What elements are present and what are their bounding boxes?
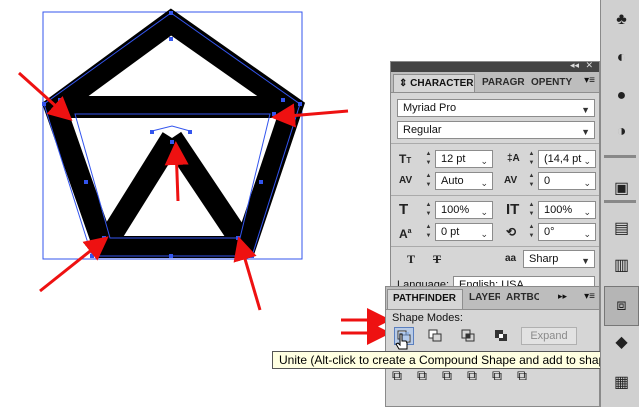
antialias-icon: aa xyxy=(505,253,517,264)
expand-panel-icon[interactable]: ▸▸ xyxy=(558,291,567,302)
club-icon[interactable]: ♣ xyxy=(604,0,639,40)
tab-opentype[interactable]: OPENTY xyxy=(526,74,581,92)
font-style-dropdown[interactable]: Regular ▼ xyxy=(397,121,595,139)
updown-icon: ⇕ xyxy=(399,78,408,89)
baseline-shift-icon: Aa xyxy=(399,227,412,241)
gradient-icon[interactable]: ◑ xyxy=(604,112,639,152)
layers-icon[interactable]: ◆ xyxy=(604,322,639,362)
chevron-down-icon: ⌄ xyxy=(480,178,488,188)
panel-menu-icon[interactable]: ▾≡ xyxy=(584,75,595,86)
antialiasing-dropdown[interactable]: Sharp ▼ xyxy=(523,250,595,268)
vertical-scale-field[interactable]: 100% ⌄ xyxy=(538,201,596,219)
strikethrough-icon[interactable]: T xyxy=(433,250,441,268)
stack-icon[interactable]: ▦ xyxy=(604,362,639,402)
rotation-field[interactable]: 0° ⌄ xyxy=(538,223,596,241)
character-panel: ◂◂ ✕ ⇕ CHARACTER PARAGR OPENTY ▾≡ Myriad… xyxy=(390,60,600,294)
divider xyxy=(391,246,599,247)
intersect-icon xyxy=(461,329,475,342)
shape-modes-label: Shape Modes: xyxy=(392,312,463,324)
chevron-down-icon: ⌄ xyxy=(583,229,591,239)
kerning-icon: AV xyxy=(399,175,413,186)
divider xyxy=(391,195,599,196)
chevron-down-icon: ⌄ xyxy=(480,207,488,217)
chevron-down-icon: ⌄ xyxy=(480,229,488,239)
chevron-down-icon: ⌄ xyxy=(583,207,591,217)
align-icon[interactable]: ▥ xyxy=(604,245,639,285)
outline-icon[interactable]: ⧉ xyxy=(492,367,502,384)
tracking-icon: AV xyxy=(504,175,518,186)
rotation-icon: ⟲ xyxy=(506,225,517,239)
tab-pathfinder[interactable]: PATHFINDER xyxy=(387,289,463,309)
horizontal-scale-stepper[interactable]: ▲ ▼ xyxy=(424,201,433,219)
character-tab-bar: ⇕ CHARACTER PARAGR OPENTY ▾≡ xyxy=(391,72,599,93)
table-icon[interactable]: ▤ xyxy=(604,208,639,248)
vertical-scale-icon: IT xyxy=(506,201,520,218)
divide-icon[interactable]: ⧉ xyxy=(392,367,402,384)
tab-character[interactable]: ⇕ CHARACTER xyxy=(393,74,475,92)
collapse-icon[interactable]: ◂◂ xyxy=(570,60,579,71)
all-caps-icon[interactable]: T xyxy=(407,250,415,268)
minus-front-button[interactable] xyxy=(426,327,446,345)
intersect-button[interactable] xyxy=(459,327,479,345)
baseline-shift-field[interactable]: 0 pt ⌄ xyxy=(435,223,493,241)
pentagon-artwork[interactable] xyxy=(41,8,306,258)
merge-icon[interactable]: ⧉ xyxy=(442,367,452,384)
pathfinder-tab-bar: PATHFINDER LAYER ARTBO ▸▸ ▾≡ xyxy=(386,287,599,310)
unite-tooltip: Unite (Alt-click to create a Compound Sh… xyxy=(272,351,639,369)
divider xyxy=(391,143,599,144)
pathfinders-row: ⧉ ⧉ ⧉ ⧉ ⧉ ⧉ xyxy=(392,367,527,384)
chevron-down-icon: ▼ xyxy=(581,127,590,137)
exclude-button[interactable] xyxy=(492,327,512,345)
pathfinder-panel: PATHFINDER LAYER ARTBO ▸▸ ▾≡ Shape Modes… xyxy=(385,286,600,407)
rotation-stepper[interactable]: ▲ ▼ xyxy=(527,223,536,241)
font-size-icon: TT xyxy=(399,152,412,166)
leading-field[interactable]: (14,4 pt ⌄ xyxy=(538,150,596,168)
tracking-stepper[interactable]: ▲ ▼ xyxy=(527,172,536,190)
horizontal-scale-field[interactable]: 100% ⌄ xyxy=(435,201,493,219)
minus-front-icon xyxy=(428,329,442,342)
tab-paragraph[interactable]: PARAGR xyxy=(477,74,525,92)
chevron-down-icon: ▼ xyxy=(581,105,590,115)
dock-divider xyxy=(604,200,636,203)
panel-menu-icon[interactable]: ▾≡ xyxy=(584,291,595,302)
hand-cursor-icon xyxy=(395,333,408,350)
tab-layers[interactable]: LAYER xyxy=(464,289,500,307)
panel-titlebar[interactable]: ◂◂ ✕ xyxy=(391,60,599,72)
chevron-down-icon: ⌄ xyxy=(480,156,488,166)
trim-icon[interactable]: ⧉ xyxy=(417,367,427,384)
exclude-icon xyxy=(495,330,507,341)
kerning-field[interactable]: Auto ⌄ xyxy=(435,172,493,190)
minus-back-icon[interactable]: ⧉ xyxy=(517,367,527,384)
tab-artboards[interactable]: ARTBO xyxy=(501,289,539,307)
leading-icon: ‡A xyxy=(507,153,520,164)
font-size-stepper[interactable]: ▲ ▼ xyxy=(424,150,433,168)
crop-icon[interactable]: ⧉ xyxy=(467,367,477,384)
kerning-stepper[interactable]: ▲ ▼ xyxy=(424,172,433,190)
tracking-field[interactable]: 0 ⌄ xyxy=(538,172,596,190)
horizontal-scale-icon: T xyxy=(399,201,409,218)
chevron-down-icon: ⌄ xyxy=(583,178,591,188)
leading-stepper[interactable]: ▲ ▼ xyxy=(527,150,536,168)
dock-divider xyxy=(604,155,636,158)
chevron-down-icon: ▼ xyxy=(581,256,590,266)
vertical-scale-stepper[interactable]: ▲ ▼ xyxy=(527,201,536,219)
contrast-icon[interactable]: ◐ xyxy=(604,38,639,78)
close-icon[interactable]: ✕ xyxy=(585,60,593,71)
sphere-icon[interactable]: ● xyxy=(604,76,639,116)
chevron-down-icon: ⌄ xyxy=(583,156,591,166)
font-family-dropdown[interactable]: Myriad Pro ▼ xyxy=(397,99,595,117)
expand-button[interactable]: Expand xyxy=(521,327,577,345)
font-size-field[interactable]: 12 pt ⌄ xyxy=(435,150,493,168)
pathfinder-dock-icon[interactable]: ⧈ xyxy=(604,286,639,326)
baseline-shift-stepper[interactable]: ▲ ▼ xyxy=(424,223,433,241)
